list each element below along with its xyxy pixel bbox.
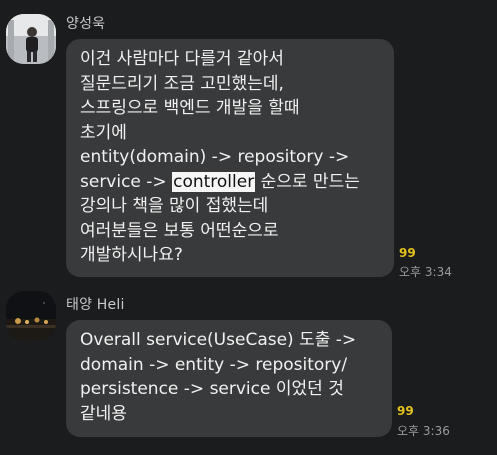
search-highlight: controller [172,171,256,192]
sender-avatar[interactable] [6,14,56,64]
text-segment: 순으로 만드는 [255,171,360,192]
message-line: 여러분들은 보통 어떤순으로 [80,220,279,241]
message-line: 개발하시나요? [80,245,183,265]
message-bubble[interactable]: 이건 사람마다 다를거 같아서 질문드리기 조금 고민했는데, 스프링으로 백엔… [66,39,394,277]
message-line: 초기에 [80,122,127,143]
unread-count: 99 [397,404,414,418]
message-line: Overall service(UseCase) 도출 -> [80,330,357,350]
message-bubble[interactable]: Overall service(UseCase) 도출 -> domain ->… [66,320,392,437]
unread-count: 99 [399,246,416,260]
message-line: 스프링으로 백엔드 개발을 할때 [80,98,300,118]
text-segment: service -> [80,171,173,192]
message-line: 이건 사람마다 다를거 같아서 [80,49,284,69]
sender-name[interactable]: 양성욱 [66,13,105,33]
sender-avatar[interactable] [6,291,56,341]
sender-name[interactable]: 태양 Heli [66,294,125,314]
message-line: entity(domain) -> repository -> [80,147,350,167]
message-line: 강의나 책을 많이 접했는데 [80,196,269,216]
profile-photo-icon [6,14,56,64]
timestamp: 오후 3:36 [397,424,450,438]
message-line: persistence -> service 이었던 것 [80,379,344,399]
message-group-1: 양성욱 이건 사람마다 다를거 같아서 질문드리기 조금 고민했는데, 스프링으… [0,0,497,285]
timestamp: 오후 3:34 [399,265,452,279]
message-line-highlighted: service -> controller 순으로 만드는 [80,170,380,195]
profile-photo-icon [6,291,56,341]
message-group-2: 태양 Heli Overall service(UseCase) 도출 -> d… [0,285,497,455]
message-line: 같네용 [80,403,127,424]
message-line: 질문드리기 조금 고민했는데, [80,73,284,94]
message-line: domain -> entity -> repository/ [80,354,348,375]
